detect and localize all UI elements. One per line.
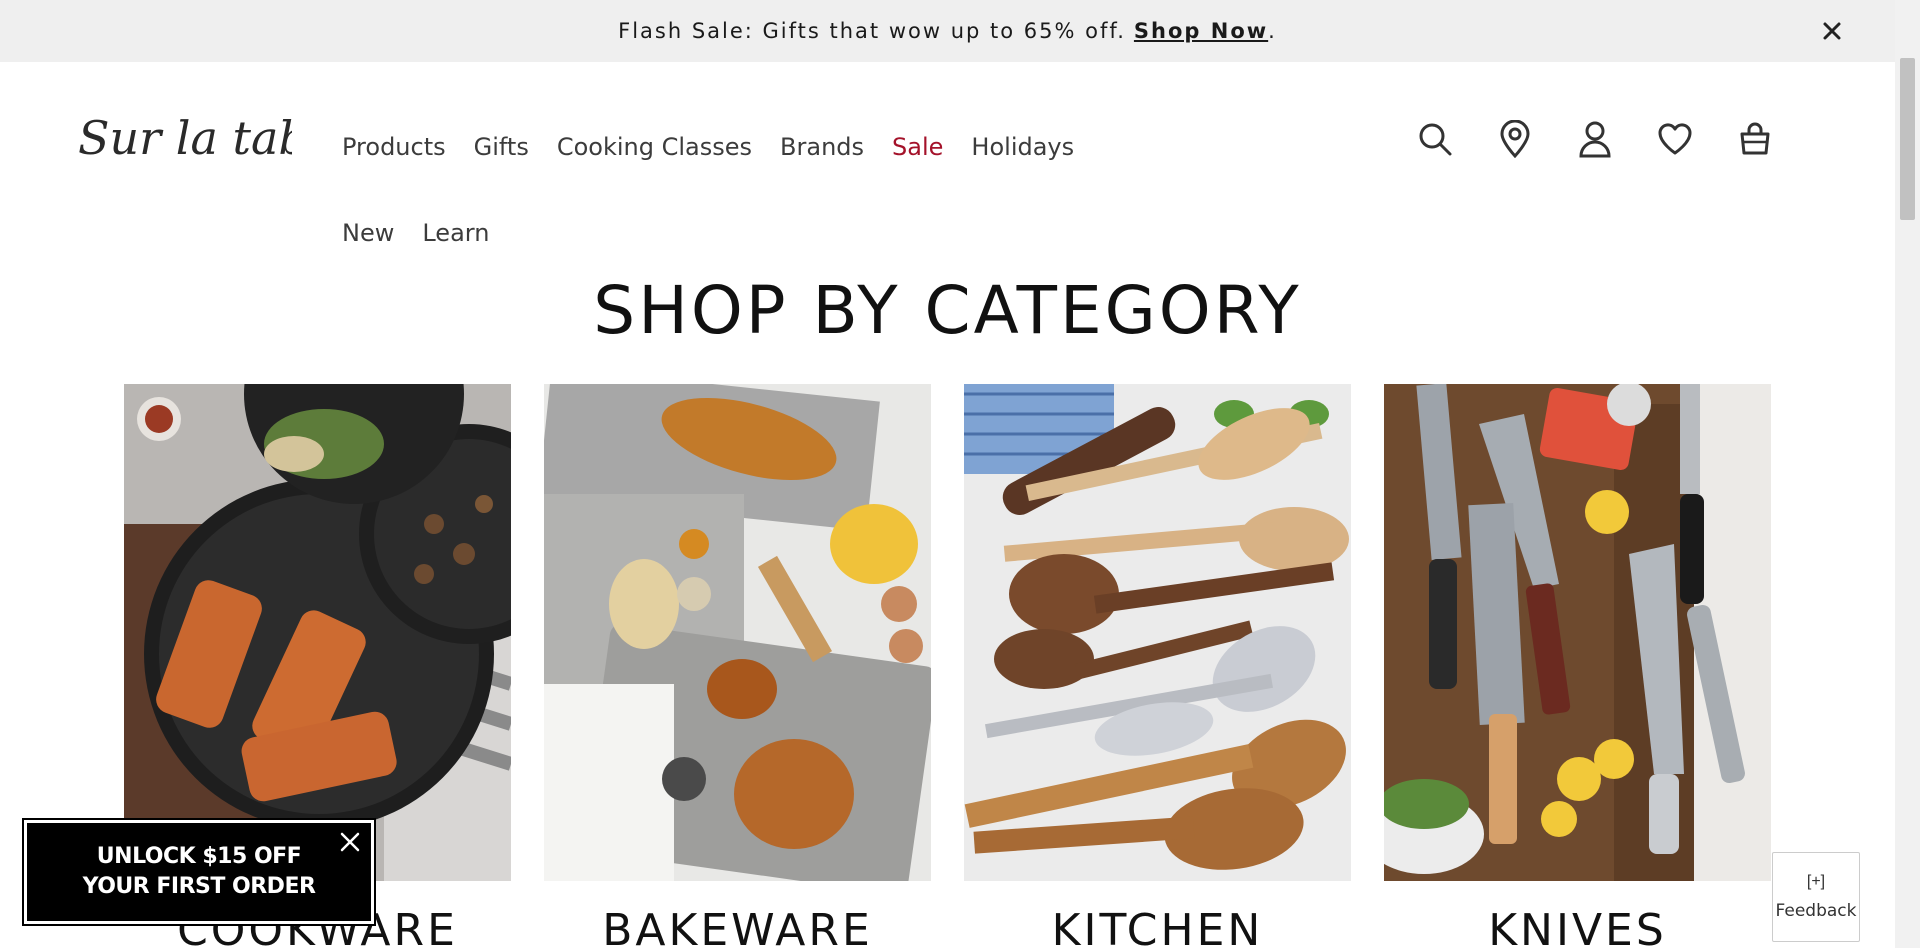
promo-banner: Flash Sale: Gifts that wow up to 65% off…	[0, 0, 1895, 62]
nav-holidays[interactable]: Holidays	[971, 120, 1074, 206]
feedback-label: Feedback	[1775, 901, 1857, 921]
cookware-image	[124, 384, 511, 881]
category-tile-knives[interactable]	[1384, 384, 1771, 881]
shop-now-link[interactable]: Shop Now	[1134, 19, 1268, 43]
nav-gifts[interactable]: Gifts	[474, 120, 529, 206]
category-tile-kitchen[interactable]	[964, 384, 1351, 881]
scrollbar-thumb[interactable]	[1900, 58, 1915, 220]
bakeware-image	[544, 384, 931, 881]
account-icon[interactable]	[1570, 114, 1620, 164]
location-pin-icon[interactable]	[1490, 114, 1540, 164]
site-header: Sur la table Products Gifts Cooking Clas…	[0, 62, 1895, 262]
popup-line2: YOUR FIRST ORDER	[82, 874, 316, 899]
section-title: SHOP BY CATEGORY	[593, 272, 1302, 349]
page-scrollbar[interactable]	[1895, 0, 1920, 948]
header-icons	[1410, 114, 1810, 164]
discount-popup[interactable]: UNLOCK $15 OFF YOUR FIRST ORDER	[22, 818, 376, 926]
close-icon[interactable]	[1819, 18, 1845, 44]
kitchen-tools-image	[964, 384, 1351, 881]
category-tile-bakeware[interactable]	[544, 384, 931, 881]
nav-brands[interactable]: Brands	[780, 120, 864, 206]
popup-line1: UNLOCK $15 OFF	[96, 844, 302, 869]
nav-cooking-classes[interactable]: Cooking Classes	[557, 120, 752, 206]
category-label-knives[interactable]: KNIVES	[1384, 905, 1771, 948]
main-nav: Products Gifts Cooking Classes Brands Sa…	[342, 120, 1162, 292]
cart-icon[interactable]	[1730, 114, 1780, 164]
search-icon[interactable]	[1410, 114, 1460, 164]
nav-products[interactable]: Products	[342, 120, 446, 206]
svg-text:Sur la table: Sur la table	[78, 111, 292, 165]
heart-icon[interactable]	[1650, 114, 1700, 164]
feedback-icon: [+]	[1806, 873, 1826, 890]
knives-image	[1384, 384, 1771, 881]
promo-text: Flash Sale: Gifts that wow up to 65% off…	[618, 19, 1126, 43]
promo-period: .	[1268, 19, 1277, 43]
category-label-kitchen[interactable]: KITCHEN	[964, 905, 1351, 948]
close-icon[interactable]	[337, 829, 363, 855]
category-label-bakeware[interactable]: BAKEWARE	[544, 905, 931, 948]
feedback-button[interactable]: [+] Feedback	[1772, 852, 1860, 942]
sur-la-table-logo[interactable]: Sur la table	[78, 104, 350, 174]
category-tile-cookware[interactable]	[124, 384, 511, 881]
nav-sale[interactable]: Sale	[892, 120, 943, 206]
